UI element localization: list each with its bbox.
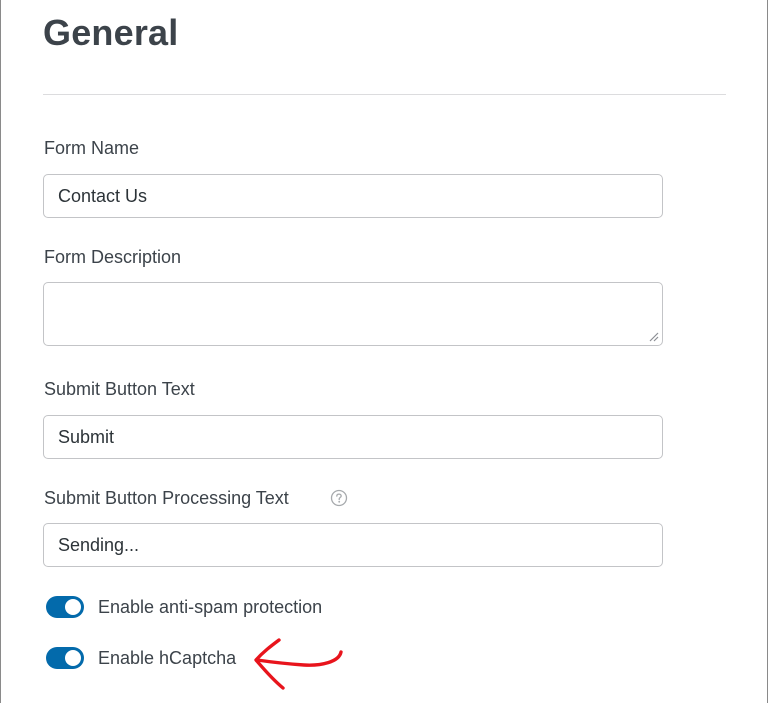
submit-text-label: Submit Button Text [44, 379, 195, 399]
submit-text-input[interactable] [43, 415, 663, 459]
toggle-knob [65, 650, 81, 666]
toggle-knob [65, 599, 81, 615]
form-description-textarea[interactable] [43, 282, 663, 346]
hcaptcha-toggle[interactable] [46, 647, 84, 669]
question-circle-icon[interactable] [330, 489, 348, 507]
anti-spam-toggle[interactable] [46, 596, 84, 618]
processing-text-input[interactable] [43, 523, 663, 567]
form-name-input[interactable] [43, 174, 663, 218]
form-description-label: Form Description [44, 247, 182, 267]
hcaptcha-label: Enable hCaptcha [98, 648, 237, 668]
form-name-label: Form Name [44, 138, 140, 158]
divider [43, 94, 726, 95]
hand-drawn-arrow-icon [254, 638, 343, 690]
settings-panel: General Form Name Form Description Submi… [0, 0, 768, 703]
anti-spam-label: Enable anti-spam protection [98, 597, 323, 617]
resize-grip-icon[interactable] [647, 330, 659, 342]
section-title: General [43, 12, 179, 53]
processing-text-label: Submit Button Processing Text [44, 488, 289, 508]
